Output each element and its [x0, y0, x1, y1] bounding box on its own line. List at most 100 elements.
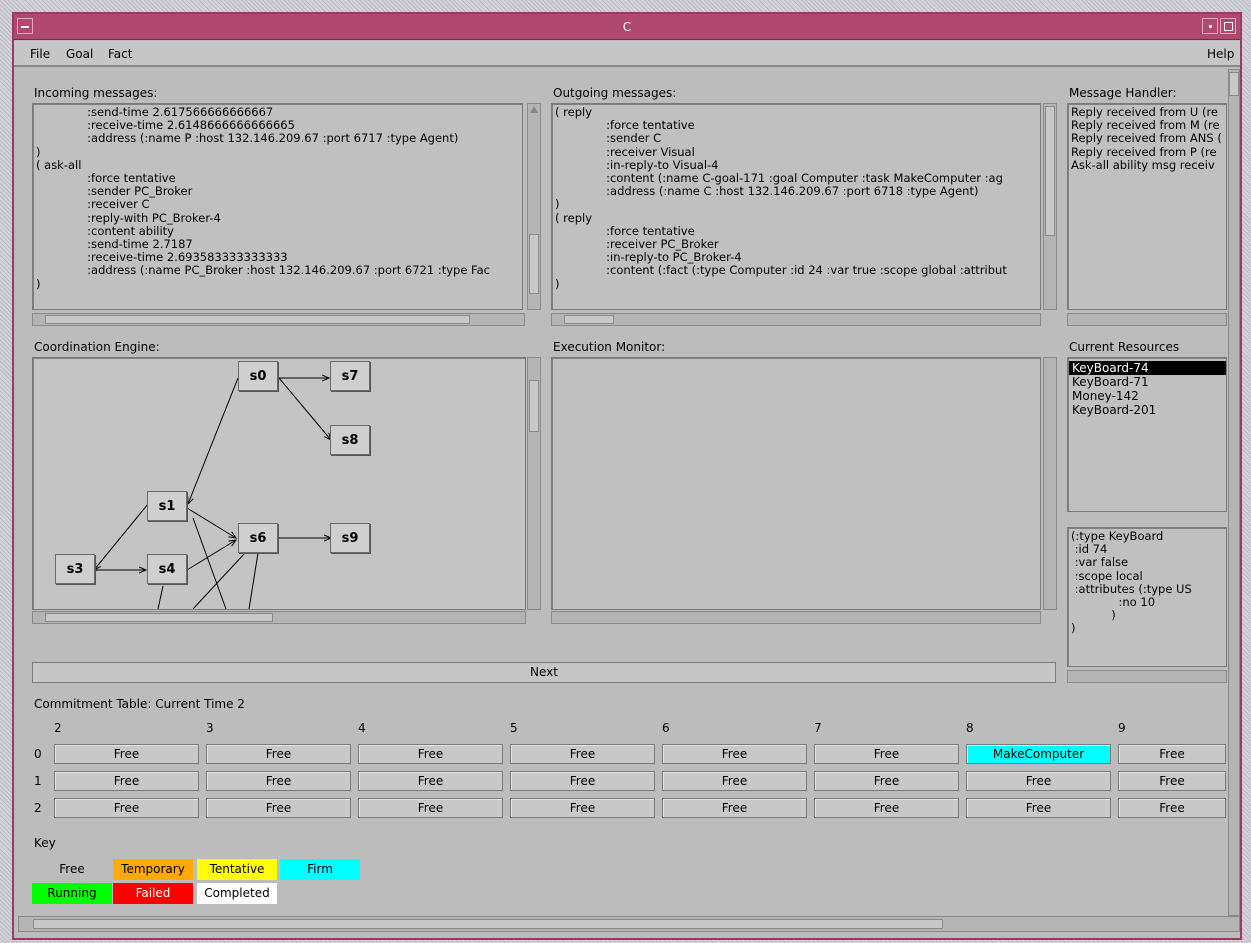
commitment-cell[interactable]: Free — [814, 744, 959, 764]
window-horizontal-scrollbar[interactable] — [18, 916, 1240, 932]
coordination-vscroll-thumb[interactable] — [529, 380, 539, 432]
time-header: 3 — [206, 721, 214, 735]
commitment-cell[interactable]: Free — [510, 771, 655, 791]
maximize-button[interactable] — [1220, 18, 1236, 34]
menu-fact[interactable]: Fact — [108, 41, 132, 67]
coordination-vscroll[interactable] — [527, 357, 541, 610]
commitment-cell[interactable]: Free — [54, 771, 199, 791]
outgoing-label: Outgoing messages: — [553, 86, 677, 100]
window-menu-button[interactable] — [17, 18, 33, 34]
commitment-cell[interactable]: Free — [206, 744, 351, 764]
commitment-cell[interactable]: Free — [1118, 744, 1226, 764]
edge-s1-s3 — [94, 503, 149, 570]
graph-node-s0[interactable]: s0 — [238, 361, 278, 391]
incoming-vscroll-thumb[interactable] — [529, 234, 539, 294]
commitment-cell[interactable]: Free — [814, 798, 959, 818]
key-item-firm: Firm — [280, 859, 360, 880]
coordination-hscroll-thumb[interactable] — [45, 613, 273, 622]
graph-node-s4[interactable]: s4 — [147, 554, 187, 584]
commitment-cell[interactable]: Free — [662, 744, 807, 764]
incoming-hscroll-thumb[interactable] — [45, 315, 470, 324]
minimize-button[interactable] — [1202, 18, 1218, 34]
commitment-cell[interactable]: Free — [510, 744, 655, 764]
commitment-cell[interactable]: Free — [662, 771, 807, 791]
commitment-cell[interactable]: Free — [1118, 771, 1226, 791]
menu-help[interactable]: Help — [1207, 41, 1234, 67]
execution-monitor-area[interactable] — [551, 357, 1041, 610]
time-header: 4 — [358, 721, 366, 735]
commitment-cell[interactable]: Free — [358, 771, 503, 791]
key-item-failed: Failed — [113, 883, 193, 904]
commitment-cell[interactable]: Free — [510, 798, 655, 818]
incoming-messages-text[interactable]: :send-time 2.617566666666667 :receive-ti… — [32, 103, 523, 310]
resource-item[interactable]: KeyBoard-71 — [1072, 375, 1149, 389]
incoming-hscroll[interactable] — [32, 313, 525, 326]
graph-node-s6[interactable]: s6 — [238, 523, 278, 553]
incoming-vscroll[interactable] — [527, 103, 541, 310]
handler-text: Reply received from U (re Reply received… — [1071, 105, 1222, 172]
commitment-cell[interactable]: Free — [814, 771, 959, 791]
outgoing-hscroll[interactable] — [551, 313, 1041, 326]
graph-edges — [33, 358, 525, 609]
commitment-cell[interactable]: Free — [662, 798, 807, 818]
commitment-cell[interactable]: Free — [358, 798, 503, 818]
message-handler-text[interactable]: Reply received from U (re Reply received… — [1067, 103, 1227, 310]
next-button[interactable]: Next — [32, 662, 1056, 683]
row-label: 2 — [34, 801, 42, 815]
coordination-graph[interactable]: s0 s7 s8 s1 s6 s9 s3 s4 — [32, 357, 526, 610]
outgoing-messages-text[interactable]: ( reply :force tentative :sender C :rece… — [551, 103, 1041, 310]
commitment-cell[interactable]: Free — [966, 771, 1111, 791]
menu-goal[interactable]: Goal — [66, 41, 93, 67]
resource-item[interactable]: KeyBoard-201 — [1072, 403, 1156, 417]
resources-label: Current Resources — [1069, 340, 1180, 354]
commitment-cell[interactable]: Free — [966, 798, 1111, 818]
commitment-cell[interactable]: Free — [54, 744, 199, 764]
key-item-temporary: Temporary — [113, 859, 193, 880]
menu-bar: File Goal Fact Help — [14, 41, 1240, 67]
edge-s0-s1 — [188, 377, 239, 504]
commitment-cell[interactable]: Free — [206, 771, 351, 791]
graph-node-s9[interactable]: s9 — [330, 523, 370, 553]
maximize-icon — [1224, 22, 1233, 31]
graph-node-s8[interactable]: s8 — [330, 425, 370, 455]
window-vscroll-thumb[interactable] — [1229, 72, 1239, 96]
handler-label: Message Handler: — [1069, 86, 1177, 100]
graph-node-s7[interactable]: s7 — [330, 361, 370, 391]
resource-item[interactable]: Money-142 — [1072, 389, 1139, 403]
resource-detail-text[interactable]: (:type KeyBoard :id 74 :var false :scope… — [1067, 527, 1227, 667]
resource-detail-hscroll[interactable] — [1067, 670, 1227, 683]
handler-hscroll[interactable] — [1067, 313, 1227, 326]
graph-node-s1[interactable]: s1 — [147, 491, 187, 521]
window-hscroll-thumb[interactable] — [33, 919, 943, 929]
window-vertical-scrollbar[interactable] — [1228, 69, 1240, 916]
key-item-completed: Completed — [197, 883, 277, 904]
commitment-cell[interactable]: Free — [1118, 798, 1226, 818]
edge-s4-down — [157, 585, 164, 609]
graph-node-s3[interactable]: s3 — [55, 554, 95, 584]
commitment-cell[interactable]: Free — [206, 798, 351, 818]
resources-list[interactable]: KeyBoard-74 KeyBoard-71 Money-142 KeyBoa… — [1067, 357, 1227, 512]
outgoing-vscroll-thumb[interactable] — [1045, 106, 1055, 236]
commitment-cell[interactable]: Free — [358, 744, 503, 764]
time-header: 5 — [510, 721, 518, 735]
coordination-hscroll[interactable] — [32, 611, 526, 624]
execution-vscroll[interactable] — [1043, 357, 1057, 610]
key-item-free: Free — [32, 859, 112, 880]
resource-item-selected[interactable]: KeyBoard-74 — [1069, 361, 1226, 375]
outgoing-vscroll[interactable] — [1043, 103, 1057, 310]
time-header: 6 — [662, 721, 670, 735]
window-menu-icon — [21, 26, 29, 28]
commitment-label: Commitment Table: Current Time 2 — [34, 697, 245, 711]
outgoing-hscroll-thumb[interactable] — [564, 315, 614, 324]
commitment-cell[interactable]: Free — [54, 798, 199, 818]
edge-s0-s8 — [278, 377, 331, 440]
execution-hscroll[interactable] — [551, 611, 1041, 624]
menu-file[interactable]: File — [30, 41, 50, 67]
resource-detail: (:type KeyBoard :id 74 :var false :scope… — [1071, 529, 1192, 636]
scroll-up-arrow-icon[interactable] — [530, 106, 538, 113]
commitment-cell[interactable]: MakeComputer — [966, 744, 1111, 764]
title-bar[interactable]: C — [14, 14, 1240, 40]
key-item-tentative: Tentative — [197, 859, 277, 880]
minimize-icon — [1209, 25, 1212, 28]
time-header: 2 — [54, 721, 62, 735]
